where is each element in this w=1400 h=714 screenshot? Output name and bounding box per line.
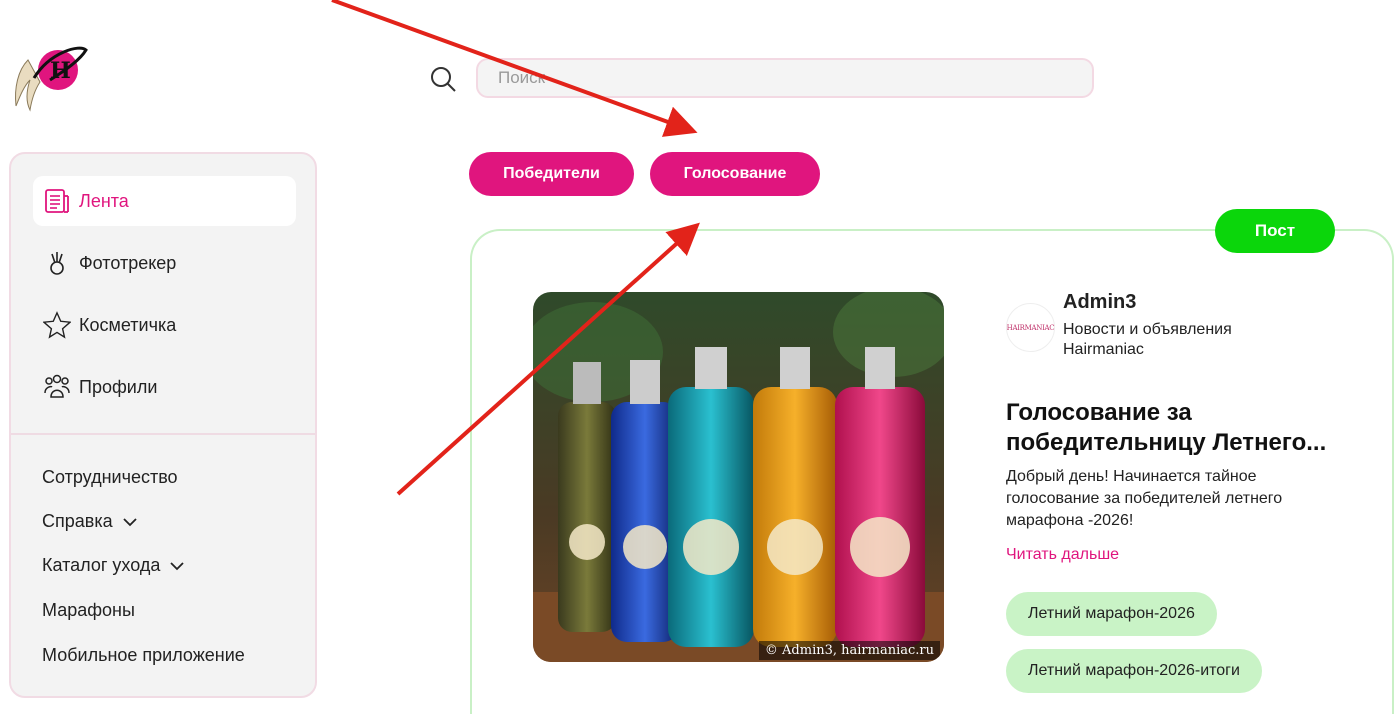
sidebar-item-profiles[interactable]: Профили	[33, 362, 296, 412]
author-subtitle: Новости и объявления Hairmaniac	[1063, 321, 1232, 358]
sidebar-link-label: Справка	[42, 511, 113, 531]
sidebar-item-label: Профили	[79, 376, 158, 397]
svg-text:H: H	[50, 58, 71, 84]
voting-button[interactable]: Голосование	[650, 152, 820, 196]
author-name[interactable]: Admin3	[1063, 291, 1136, 314]
tag-chip[interactable]: Летний марафон-2026-итоги	[1006, 649, 1262, 693]
sidebar-link-help[interactable]: Справка	[42, 511, 137, 532]
read-more-link[interactable]: Читать дальше	[1006, 546, 1119, 564]
page: H Победители Голосование	[0, 0, 1400, 714]
search-icon[interactable]	[430, 66, 456, 92]
sidebar-link-marathons[interactable]: Марафоны	[42, 600, 135, 621]
sidebar: Лента Фототрекер Косметичка Профили Сотр…	[9, 152, 317, 698]
sidebar-link-cooperation[interactable]: Сотрудничество	[42, 467, 178, 488]
post-title[interactable]: Голосование за победительницу Летнего...	[1006, 398, 1336, 458]
hairmaniac-logo-icon[interactable]: H	[10, 42, 90, 114]
avatar[interactable]: HAIRMANIAC	[1006, 303, 1055, 352]
chevron-down-icon	[170, 561, 185, 570]
phototracker-icon	[43, 249, 71, 277]
sidebar-item-cosmetics[interactable]: Косметичка	[33, 300, 296, 350]
feed-icon	[43, 187, 71, 215]
sidebar-link-care-catalog[interactable]: Каталог ухода	[42, 555, 185, 576]
sidebar-item-label: Лента	[79, 190, 129, 211]
sidebar-link-label: Марафоны	[42, 600, 135, 620]
sidebar-link-label: Сотрудничество	[42, 467, 178, 487]
sidebar-link-label: Мобильное приложение	[42, 645, 245, 665]
sidebar-link-mobile-app[interactable]: Мобильное приложение	[42, 645, 245, 666]
sidebar-item-label: Фототрекер	[79, 252, 177, 273]
search-input[interactable]	[476, 58, 1094, 98]
tag-chip[interactable]: Летний марафон-2026	[1006, 592, 1217, 636]
image-watermark: © Admin3, hairmaniac.ru	[758, 641, 940, 660]
sidebar-item-phototracker[interactable]: Фототрекер	[33, 238, 296, 288]
sidebar-item-feed[interactable]: Лента	[33, 176, 296, 226]
chevron-down-icon	[122, 517, 137, 526]
winners-button[interactable]: Победители	[469, 152, 634, 196]
sidebar-link-label: Каталог ухода	[42, 555, 161, 575]
sidebar-item-label: Косметичка	[79, 314, 177, 335]
post-type-badge: Пост	[1215, 209, 1335, 253]
post-image[interactable]: © Admin3, hairmaniac.ru	[533, 292, 944, 662]
star-icon	[43, 311, 71, 339]
sidebar-divider	[11, 433, 315, 435]
profiles-icon	[43, 373, 71, 401]
post-excerpt: Добрый день! Начинается тайное голосован…	[1006, 468, 1283, 529]
